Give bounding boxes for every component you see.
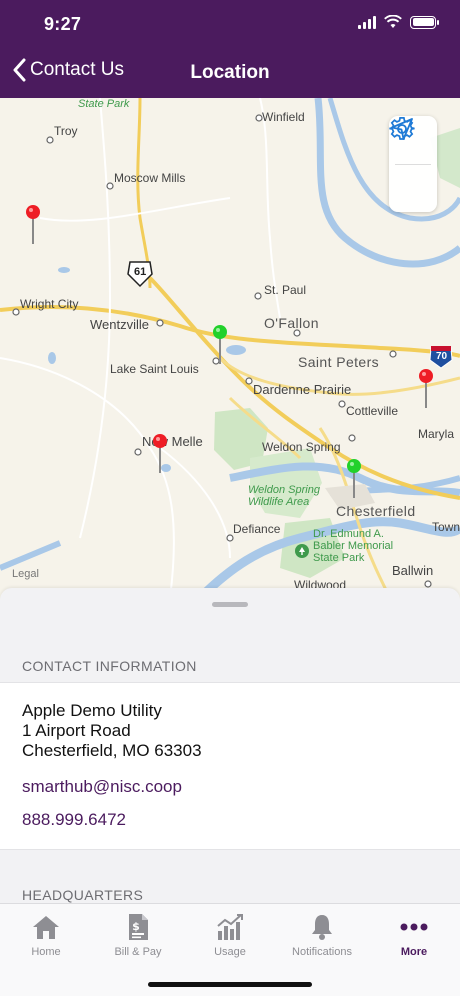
map-pin[interactable] [211, 324, 231, 366]
map-label: Weldon Spring Wildlife Area [248, 484, 320, 508]
map-label: Dr. Edmund A. Babler Memorial State Park [313, 528, 394, 564]
map-view[interactable]: State Park Troy Winfield Moscow Mills 61… [0, 98, 460, 598]
bottom-sheet: CONTACT INFORMATION Apple Demo Utility 1… [0, 588, 460, 903]
map-pin[interactable] [345, 458, 365, 500]
map-label: Troy [54, 124, 78, 138]
location-arrow-icon [391, 118, 413, 140]
contact-card: Apple Demo Utility 1 Airport Road Cheste… [0, 682, 460, 850]
map-label: 70 [436, 351, 448, 362]
map-label: Ballwin [392, 563, 434, 578]
contact-section-header: CONTACT INFORMATION [22, 658, 197, 674]
page-title: Location [190, 62, 270, 83]
map-label: Chesterfield [336, 503, 416, 519]
utility-name: Apple Demo Utility [22, 701, 162, 720]
email-link[interactable]: smarthub@nisc.coop [22, 777, 182, 797]
map-label: Lake Saint Louis [110, 362, 199, 376]
home-indicator [148, 982, 312, 987]
tab-label: Bill & Pay [114, 946, 162, 958]
map-label: Town and [432, 520, 460, 534]
tab-usage[interactable]: Usage [184, 912, 276, 958]
usage-icon [217, 914, 243, 940]
map-legal-link[interactable]: Legal [12, 568, 39, 580]
map-label: Moscow Mills [114, 171, 186, 185]
status-time: 9:27 [44, 14, 82, 34]
address-city: Chesterfield, MO 63303 [22, 741, 202, 760]
map-label: Saint Peters [298, 354, 380, 370]
tab-label: Notifications [292, 946, 352, 958]
map-pin[interactable] [24, 204, 44, 246]
map-label: Marylа [418, 427, 455, 441]
map-label: St. Paul [264, 283, 307, 297]
signal-icon [358, 15, 376, 29]
map-label: Winfield [262, 110, 305, 124]
tab-label: Usage [214, 946, 246, 958]
more-icon [400, 923, 428, 931]
wifi-icon [384, 15, 402, 28]
tab-notifications[interactable]: Notifications [276, 912, 368, 958]
tab-more[interactable]: More [368, 912, 460, 958]
bell-icon [312, 915, 332, 940]
phone-link[interactable]: 888.999.6472 [22, 810, 126, 830]
map-controls [389, 116, 437, 212]
svg-text:$: $ [132, 920, 140, 933]
map-pin[interactable] [417, 368, 437, 410]
status-icons [358, 15, 439, 29]
map-label: Defiance [233, 522, 281, 536]
tab-home[interactable]: Home [0, 912, 92, 958]
map-label: State Park [78, 98, 130, 110]
home-icon [33, 916, 59, 939]
location-button[interactable] [389, 118, 437, 213]
map-label: Dardenne Prairie [253, 382, 352, 397]
park-icon [295, 544, 309, 558]
battery-icon [410, 15, 439, 29]
map-label: Wright City [20, 297, 79, 311]
tab-bill-pay[interactable]: $ Bill & Pay [92, 912, 184, 958]
top-bar: 9:27 Contact Us Location [0, 0, 460, 98]
map-label: Wentzville [90, 317, 150, 332]
address-street: 1 Airport Road [22, 721, 131, 740]
map-label: Cottleville [346, 404, 399, 418]
map-pin[interactable] [151, 433, 171, 475]
headquarters-section-header: HEADQUARTERS [22, 887, 144, 903]
map-label: O'Fallon [264, 315, 319, 331]
map-label: Weldon Spring [262, 440, 341, 454]
sheet-grabber[interactable] [212, 602, 248, 607]
map-label: 61 [134, 266, 147, 278]
bill-icon: $ [129, 914, 148, 940]
tab-label: More [400, 946, 428, 958]
tab-label: Home [31, 946, 61, 958]
